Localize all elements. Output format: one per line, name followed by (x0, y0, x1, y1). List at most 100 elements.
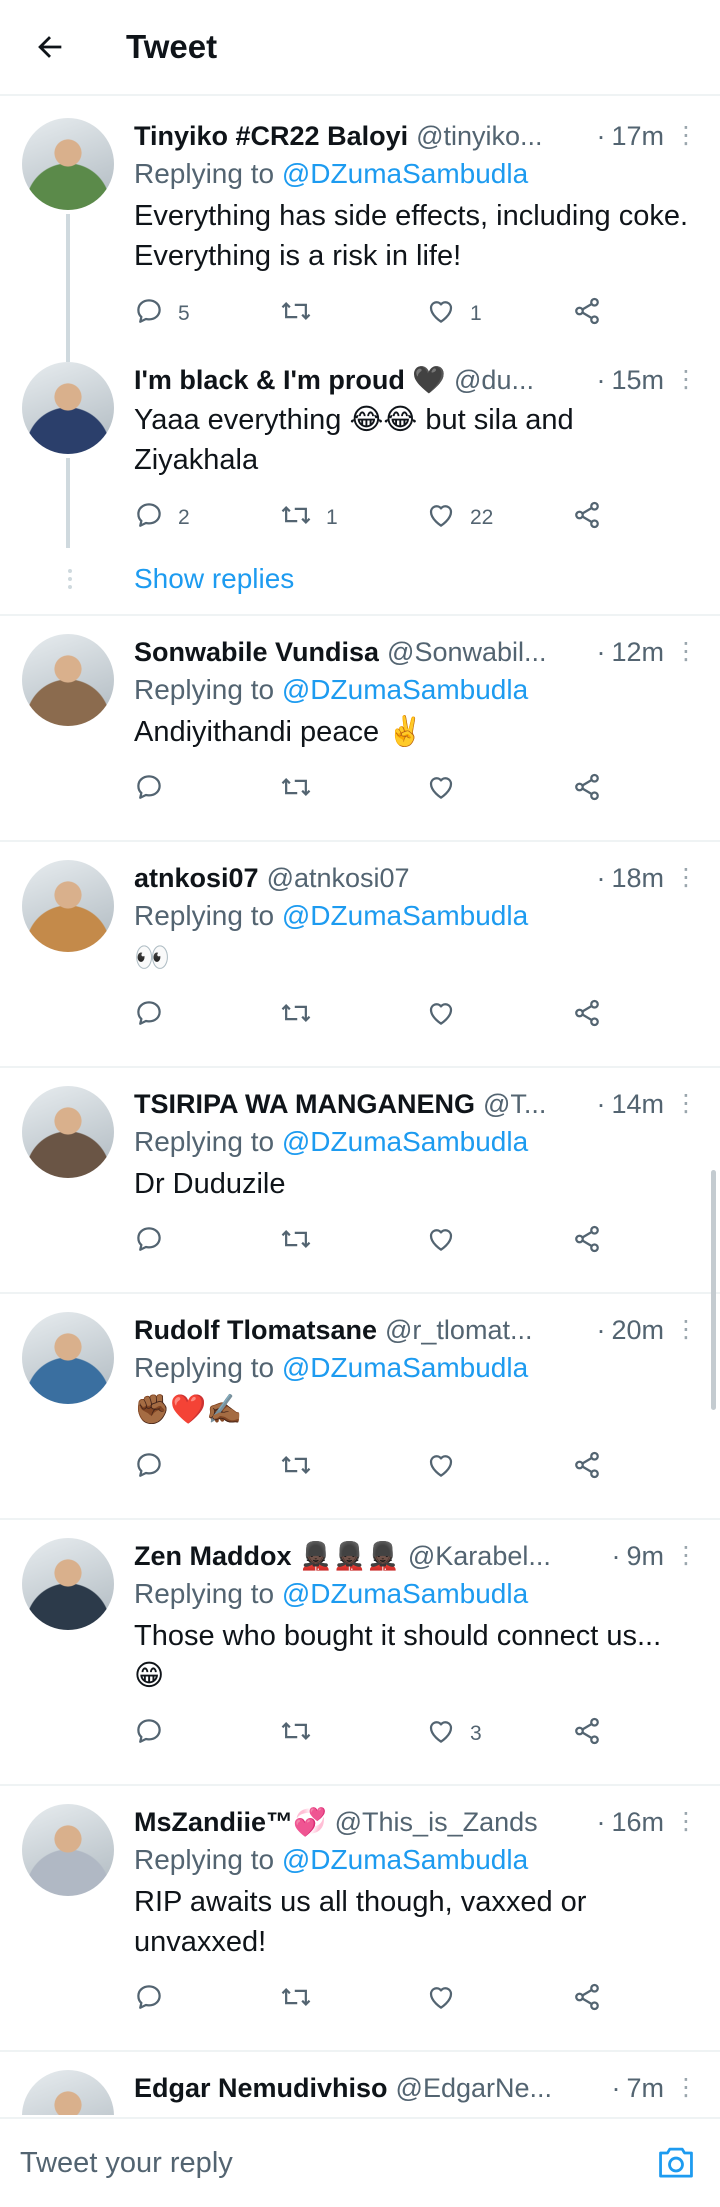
timestamp[interactable]: 15m (611, 362, 664, 398)
more-options-button[interactable]: ⋮ (668, 118, 698, 154)
more-options-button[interactable]: ⋮ (668, 860, 698, 896)
handle: @atnkosi07 (266, 863, 410, 893)
action-bar (134, 1438, 698, 1498)
reply-button[interactable] (134, 772, 280, 808)
reply-button[interactable]: 2 (134, 500, 280, 536)
avatar[interactable] (22, 118, 114, 210)
mention-link[interactable]: @DZumaSambudla (282, 158, 528, 189)
share-button[interactable] (572, 1716, 602, 1752)
retweet-button[interactable] (280, 772, 426, 808)
timestamp[interactable]: 18m (611, 860, 664, 896)
display-name[interactable]: Tinyiko #CR22 Baloyi (134, 118, 408, 154)
tweet-item[interactable]: Edgar Nemudivhiso @EdgarNe... · 7m ⋮ Rep… (0, 2052, 720, 2115)
camera-icon (659, 2147, 693, 2178)
dot-separator: · (596, 365, 606, 395)
show-replies-row[interactable]: Show replies (0, 548, 720, 610)
tweet-item[interactable]: atnkosi07 @atnkosi07 · 18m ⋮ Replying to… (0, 842, 720, 1046)
share-button[interactable] (572, 772, 602, 808)
display-name[interactable]: atnkosi07 (134, 860, 259, 896)
retweet-button[interactable] (280, 296, 426, 332)
timestamp[interactable]: 7m (626, 2070, 664, 2106)
share-button[interactable] (572, 500, 602, 536)
more-options-button[interactable]: ⋮ (668, 1312, 698, 1348)
like-button[interactable]: 1 (426, 296, 572, 332)
display-name[interactable]: I'm black & I'm proud 🖤 (134, 362, 446, 398)
share-button[interactable] (572, 1982, 602, 2018)
retweet-button[interactable] (280, 1982, 426, 2018)
timestamp[interactable]: 16m (611, 1804, 664, 1840)
share-button[interactable] (572, 1224, 602, 1260)
show-replies-link[interactable]: Show replies (118, 563, 294, 595)
timestamp[interactable]: 12m (611, 634, 664, 670)
reply-button[interactable] (134, 1224, 280, 1260)
mention-link[interactable]: @DZumaSambudla (282, 1126, 528, 1157)
tweet-item[interactable]: Sonwabile Vundisa @Sonwabil... · 12m ⋮ R… (0, 616, 720, 820)
like-button[interactable] (426, 1982, 572, 2018)
like-button[interactable]: 3 (426, 1716, 572, 1752)
avatar[interactable] (22, 1086, 114, 1178)
display-name[interactable]: Rudolf Tlomatsane (134, 1312, 377, 1348)
share-button[interactable] (572, 998, 602, 1034)
retweet-button[interactable] (280, 1450, 426, 1486)
display-name[interactable]: Zen Maddox 💂🏿💂🏿💂🏿 (134, 1538, 400, 1574)
reply-button[interactable] (134, 1716, 280, 1752)
display-name[interactable]: MsZandiie™💞 (134, 1804, 327, 1840)
like-button[interactable]: 22 (426, 500, 572, 536)
mention-link[interactable]: @DZumaSambudla (282, 1578, 528, 1609)
share-button[interactable] (572, 1450, 602, 1486)
mention-link[interactable]: @DZumaSambudla (282, 1352, 528, 1383)
more-options-button[interactable]: ⋮ (668, 1086, 698, 1122)
reply-button[interactable] (134, 998, 280, 1034)
timestamp[interactable]: 20m (611, 1312, 664, 1348)
avatar[interactable] (22, 1312, 114, 1404)
camera-button[interactable] (652, 2139, 700, 2187)
mention-link[interactable]: @DZumaSambudla (282, 2110, 528, 2115)
display-name[interactable]: Sonwabile Vundisa (134, 634, 379, 670)
more-options-button[interactable]: ⋮ (668, 634, 698, 670)
avatar[interactable] (22, 1538, 114, 1630)
retweet-button[interactable] (280, 1716, 426, 1752)
back-button[interactable] (20, 17, 80, 77)
tweet-text: RIP awaits us all though, vaxxed or unva… (134, 1886, 587, 1958)
timestamp[interactable]: 14m (611, 1086, 664, 1122)
avatar[interactable] (22, 362, 114, 454)
tweet-item[interactable]: Tinyiko #CR22 Baloyi @tinyiko... · 17m ⋮… (0, 100, 720, 362)
reply-button[interactable]: 5 (134, 296, 280, 332)
more-options-button[interactable]: ⋮ (668, 362, 698, 398)
retweet-button[interactable] (280, 998, 426, 1034)
avatar[interactable] (22, 2070, 114, 2115)
like-button[interactable] (426, 772, 572, 808)
tweet-item[interactable]: Zen Maddox 💂🏿💂🏿💂🏿 @Karabel... · 9m ⋮ Rep… (0, 1520, 720, 1764)
like-button[interactable] (426, 1224, 572, 1260)
display-name[interactable]: TSIRIPA WA MANGANENG (134, 1086, 475, 1122)
reply-input[interactable] (20, 2146, 652, 2180)
display-name[interactable]: Edgar Nemudivhiso (134, 2070, 388, 2106)
scrollbar[interactable] (711, 1170, 716, 1410)
mention-link[interactable]: @DZumaSambudla (282, 674, 528, 705)
handle: @r_tlomat... (385, 1315, 533, 1345)
timestamp[interactable]: 17m (611, 118, 664, 154)
avatar[interactable] (22, 860, 114, 952)
timestamp[interactable]: 9m (626, 1538, 664, 1574)
more-options-button[interactable]: ⋮ (668, 1538, 698, 1574)
more-options-button[interactable]: ⋮ (668, 1804, 698, 1840)
share-button[interactable] (572, 296, 602, 332)
tweet-item[interactable]: I'm black & I'm proud 🖤 @du... · 15m ⋮ Y… (0, 344, 720, 548)
reply-feed[interactable]: Tinyiko #CR22 Baloyi @tinyiko... · 17m ⋮… (0, 100, 720, 2115)
tweet-item[interactable]: MsZandiie™💞 @This_is_Zands · 16m ⋮ Reply… (0, 1786, 720, 2030)
reply-button[interactable] (134, 1982, 280, 2018)
avatar[interactable] (22, 1804, 114, 1896)
handle: @EdgarNe... (395, 2073, 553, 2103)
like-button[interactable] (426, 998, 572, 1034)
avatar[interactable] (22, 634, 114, 726)
more-options-button[interactable]: ⋮ (668, 2070, 698, 2106)
like-button[interactable] (426, 1450, 572, 1486)
retweet-button[interactable]: 1 (280, 500, 426, 536)
retweet-button[interactable] (280, 1224, 426, 1260)
tweet-item[interactable]: Rudolf Tlomatsane @r_tlomat... · 20m ⋮ R… (0, 1294, 720, 1498)
reply-button[interactable] (134, 1450, 280, 1486)
page-title: Tweet (126, 28, 218, 65)
tweet-item[interactable]: TSIRIPA WA MANGANENG @T... · 14m ⋮ Reply… (0, 1068, 720, 1272)
mention-link[interactable]: @DZumaSambudla (282, 1844, 528, 1875)
mention-link[interactable]: @DZumaSambudla (282, 900, 528, 931)
